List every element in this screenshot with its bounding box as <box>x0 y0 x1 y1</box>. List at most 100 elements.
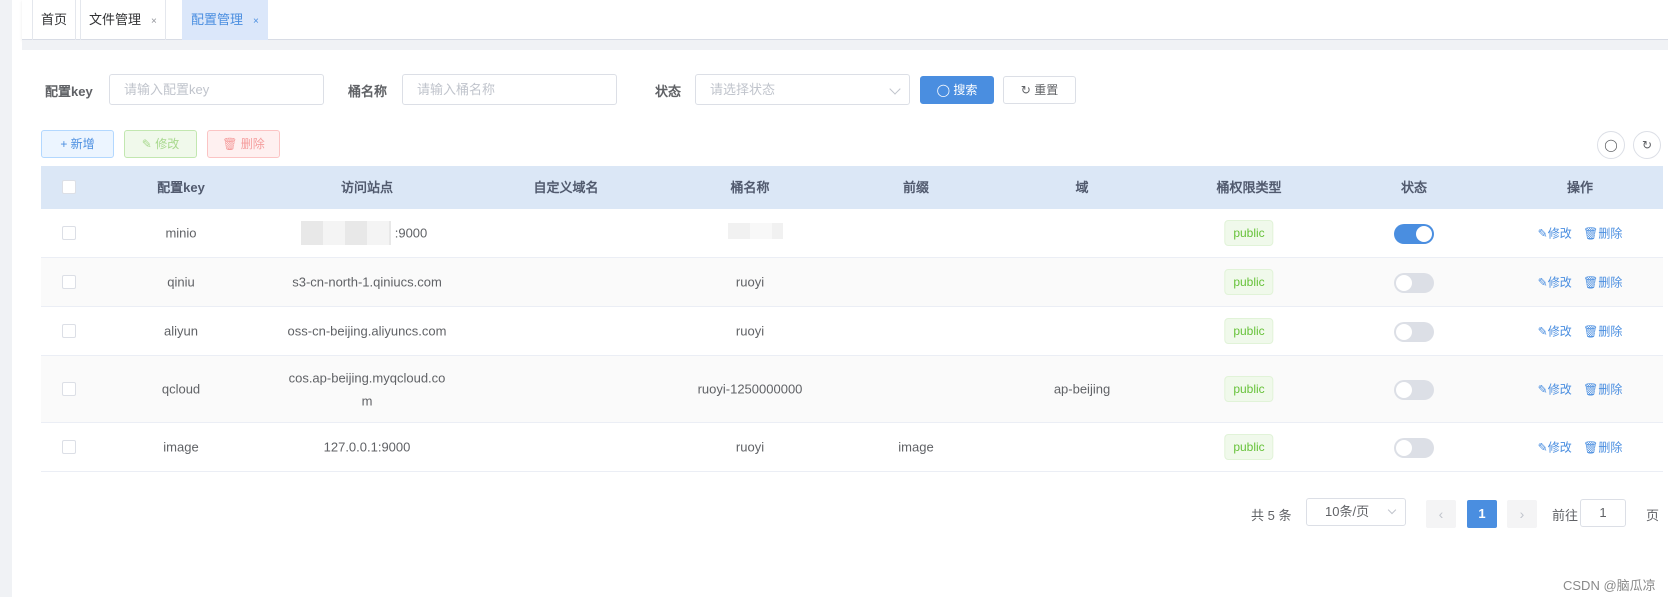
close-icon[interactable]: × <box>253 16 259 27</box>
trash-icon: 🗑 <box>222 137 238 151</box>
row-edit-link[interactable]: ✎修改 <box>1538 325 1572 339</box>
cell-region: ap-beijing <box>1053 381 1111 397</box>
row-edit-link[interactable]: ✎修改 <box>1538 383 1572 397</box>
tab-gap <box>22 40 1668 50</box>
row-actions: ✎修改 🗑删除 <box>1534 274 1627 291</box>
header-endpoint: 访问站点 <box>340 180 394 195</box>
edit-button[interactable]: ✎ 修改 <box>124 130 197 158</box>
header-status: 状态 <box>1400 180 1428 195</box>
close-icon[interactable]: × <box>151 16 157 27</box>
page-number-button[interactable]: 1 <box>1467 500 1497 528</box>
edit-icon: ✎ <box>1537 324 1548 339</box>
trash-icon: 🗑 <box>1583 324 1599 339</box>
cell-bucket-name: ruoyi <box>735 323 765 339</box>
goto-page-input[interactable]: 1 <box>1580 499 1626 527</box>
page-size-select[interactable]: 10条/页 <box>1306 498 1406 526</box>
access-type-tag: public <box>1224 434 1274 460</box>
row-checkbox[interactable] <box>62 382 76 396</box>
search-icon: ◯ <box>1604 138 1618 152</box>
trash-icon: 🗑 <box>1583 382 1599 397</box>
search-button-label: 搜索 <box>953 83 978 97</box>
row-delete-link[interactable]: 🗑删除 <box>1583 383 1622 397</box>
status-select[interactable]: 请选择状态 <box>695 74 910 105</box>
row-checkbox[interactable] <box>62 275 76 289</box>
row-checkbox[interactable] <box>62 226 76 240</box>
cell-config-key: minio <box>165 225 197 241</box>
bucket-name-input[interactable] <box>402 74 617 105</box>
config-key-input[interactable] <box>109 74 324 105</box>
tags-view-bar: 首页 文件管理 × 配置管理 × <box>22 0 1668 40</box>
cell-endpoint: oss-cn-beijing.aliyuncs.com <box>287 323 447 339</box>
row-checkbox[interactable] <box>62 324 76 338</box>
row-delete-link[interactable]: 🗑删除 <box>1583 325 1622 339</box>
row-checkbox[interactable] <box>62 440 76 454</box>
search-button[interactable]: ◯ 搜索 <box>920 76 994 104</box>
header-prefix: 前缀 <box>902 180 930 195</box>
table-row: minio :9000 public ✎修改 🗑删除 <box>41 209 1663 258</box>
edit-icon: ✎ <box>1537 275 1548 290</box>
row-edit-link[interactable]: ✎修改 <box>1538 276 1572 290</box>
config-key-label: 配置key <box>45 84 93 99</box>
tab-home[interactable]: 首页 <box>32 0 77 40</box>
watermark: CSDN @脑瓜凉 <box>1563 578 1656 593</box>
chevron-down-icon <box>889 83 901 95</box>
table-row: qcloud cos.ap-beijing.myqcloud.co m ruoy… <box>41 356 1663 423</box>
table-header: 配置key 访问站点 自定义域名 桶名称 前缀 域 桶权限类型 状态 操作 <box>41 166 1663 209</box>
cell-bucket-name: ruoyi-1250000000 <box>697 381 803 397</box>
plus-icon: + <box>60 137 68 151</box>
access-type-tag: public <box>1224 269 1274 295</box>
refresh-icon: ↻ <box>1020 83 1031 97</box>
header-region: 域 <box>1075 180 1089 195</box>
redacted-block <box>728 223 783 239</box>
next-page-button[interactable]: › <box>1507 500 1537 528</box>
edit-icon: ✎ <box>1537 226 1548 241</box>
select-all-checkbox[interactable] <box>62 180 76 194</box>
cell-config-key: qiniu <box>167 274 195 290</box>
tab-file-management[interactable]: 文件管理 × <box>80 0 166 40</box>
row-actions: ✎修改 🗑删除 <box>1534 439 1627 456</box>
add-button[interactable]: + 新增 <box>41 130 114 158</box>
reset-button[interactable]: ↻ 重置 <box>1003 76 1076 104</box>
left-border <box>0 0 12 597</box>
row-edit-link[interactable]: ✎修改 <box>1538 227 1572 241</box>
toggle-search-button[interactable]: ◯ <box>1597 131 1625 159</box>
status-label: 状态 <box>655 84 682 99</box>
header-access-type: 桶权限类型 <box>1216 180 1282 195</box>
trash-icon: 🗑 <box>1583 440 1599 455</box>
prev-page-button[interactable]: ‹ <box>1426 500 1456 528</box>
status-switch[interactable] <box>1394 322 1434 342</box>
reset-button-label: 重置 <box>1034 83 1059 97</box>
delete-button[interactable]: 🗑 删除 <box>207 130 280 158</box>
search-icon: ◯ <box>936 83 951 97</box>
status-switch[interactable] <box>1394 438 1434 458</box>
table-row: aliyun oss-cn-beijing.aliyuncs.com ruoyi… <box>41 307 1663 356</box>
page-suffix-label: 页 <box>1646 508 1660 523</box>
add-button-label: 新增 <box>70 137 95 151</box>
status-switch[interactable] <box>1394 273 1434 293</box>
row-actions: ✎修改 🗑删除 <box>1534 323 1627 340</box>
row-edit-link[interactable]: ✎修改 <box>1538 441 1572 455</box>
cell-endpoint-line1: cos.ap-beijing.myqcloud.co <box>288 370 446 386</box>
row-delete-link[interactable]: 🗑删除 <box>1583 441 1622 455</box>
access-type-tag: public <box>1224 220 1274 246</box>
tab-config-management[interactable]: 配置管理 × <box>182 0 268 40</box>
tab-label: 首页 <box>41 12 68 27</box>
row-delete-link[interactable]: 🗑删除 <box>1583 276 1622 290</box>
row-delete-link[interactable]: 🗑删除 <box>1583 227 1622 241</box>
cell-bucket-name: ruoyi <box>735 439 765 455</box>
edit-icon: ✎ <box>141 137 152 151</box>
chevron-right-icon: › <box>1519 506 1525 522</box>
cell-config-key: aliyun <box>164 323 198 339</box>
trash-icon: 🗑 <box>1583 275 1599 290</box>
chevron-down-icon <box>1387 505 1397 515</box>
page-size-value: 10条/页 <box>1325 504 1370 519</box>
tab-label: 配置管理 <box>191 12 244 27</box>
status-switch[interactable] <box>1394 224 1434 244</box>
cell-endpoint: s3-cn-north-1.qiniucs.com <box>292 274 442 290</box>
redacted-block <box>301 221 391 245</box>
header-actions: 操作 <box>1566 180 1594 195</box>
cell-prefix: image <box>898 439 934 455</box>
refresh-button[interactable]: ↻ <box>1633 131 1661 159</box>
status-switch[interactable] <box>1394 380 1434 400</box>
bucket-name-label: 桶名称 <box>348 84 388 99</box>
